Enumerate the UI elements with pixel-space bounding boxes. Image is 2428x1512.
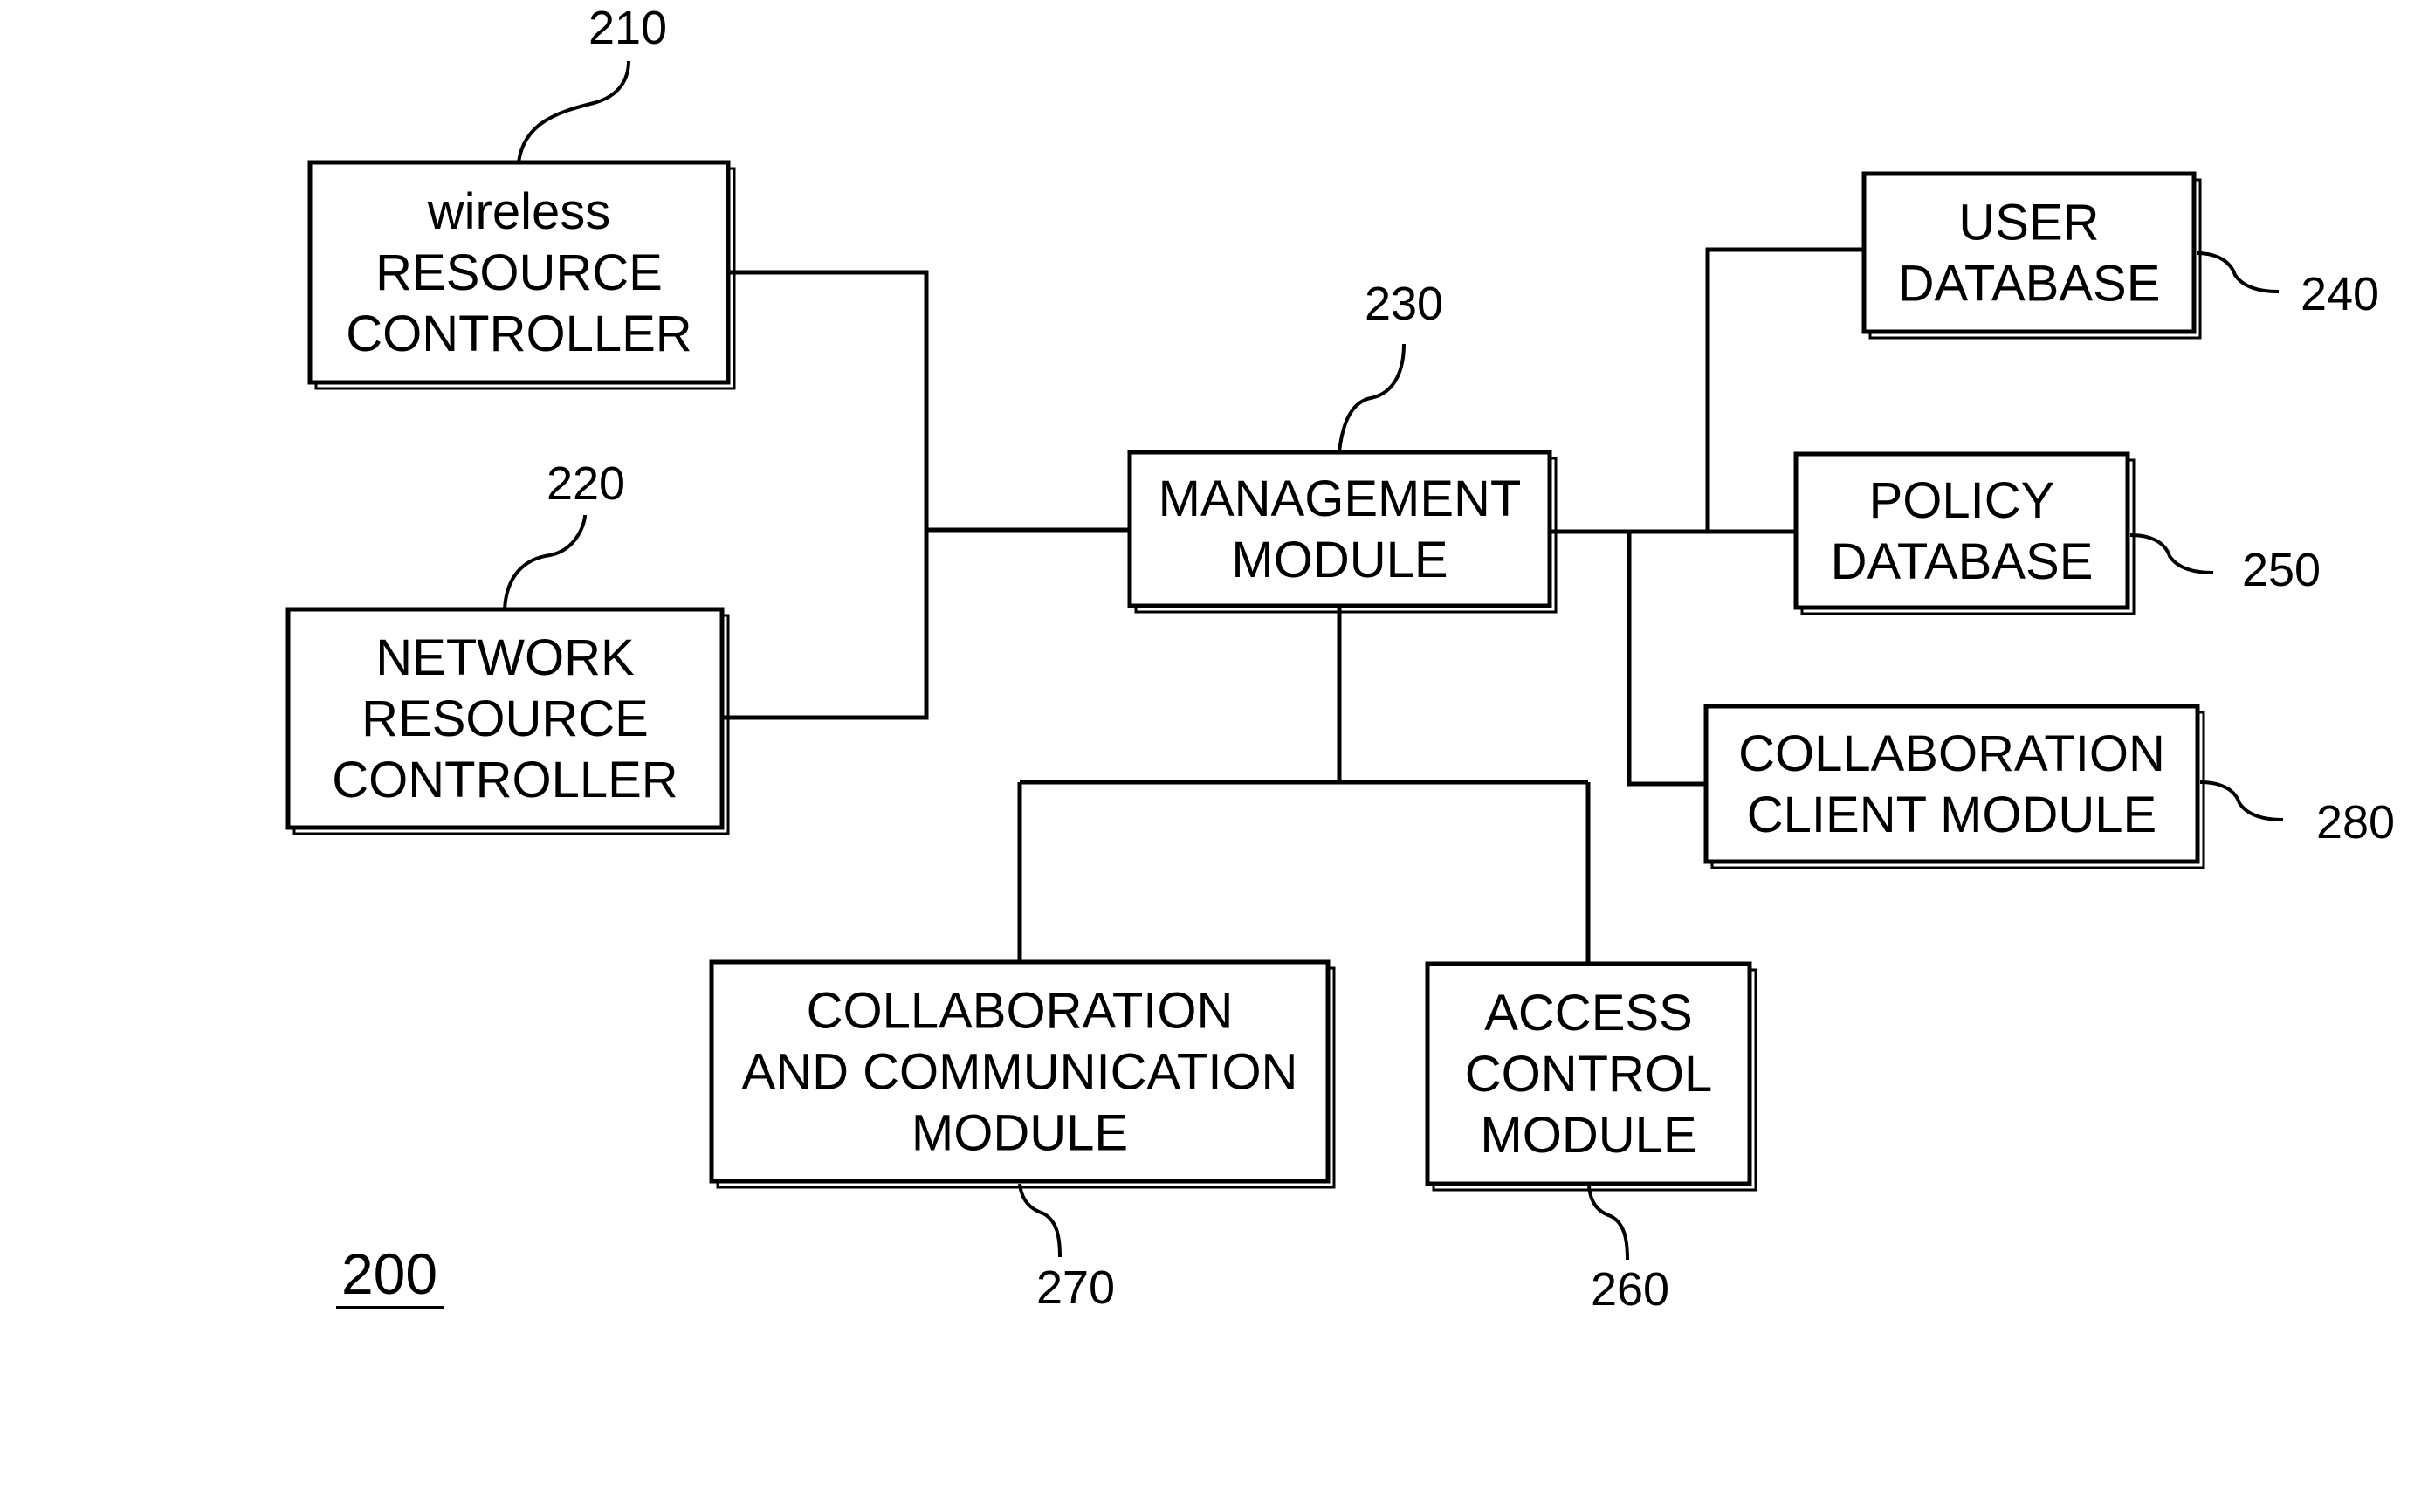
edge-management-collab-client (1627, 532, 1706, 787)
reference-leader-line (2129, 533, 2214, 574)
reference-numeral: 230 (1365, 278, 1443, 330)
block-label-line: DATABASE (1898, 256, 2161, 313)
block-label-line: COLLABORATION (807, 983, 1234, 1040)
reference-numeral: 280 (2316, 796, 2395, 849)
block-label-line: RESOURCE (361, 691, 649, 747)
block-management: MANAGEMENTMODULE 230 (1127, 278, 1558, 614)
reference-numeral: 270 (1036, 1261, 1115, 1314)
edge-network-management (722, 530, 929, 720)
reference-leader-line (1587, 1186, 1629, 1261)
reference-numeral: 260 (1591, 1263, 1669, 1316)
block-label-line: COLLABORATION (1738, 725, 2165, 782)
block-label-line: CLIENT MODULE (1747, 787, 2156, 843)
reference-numeral: 240 (2301, 268, 2379, 320)
block-label-line: MANAGEMENT (1159, 471, 1522, 527)
block-label-line: MODULE (1480, 1107, 1696, 1164)
block-label-line: MODULE (911, 1105, 1128, 1162)
block-label-line: MODULE (1231, 532, 1448, 588)
block-label-line: NETWORK (375, 629, 635, 686)
block-wireless: wirelessRESOURCECONTROLLER 210 (307, 2, 736, 390)
reference-leader-line (1018, 1183, 1062, 1258)
block-label-line: wireless (427, 183, 611, 240)
block-access-control: ACCESSCONTROLMODULE 260 (1425, 961, 1757, 1316)
block-label-line: CONTROLLER (332, 752, 678, 808)
block-label-line: DATABASE (1831, 533, 2094, 590)
block-collab-comm: COLLABORATIONAND COMMUNICATIONMODULE 270 (709, 959, 1336, 1314)
block-collab-client: COLLABORATIONCLIENT MODULE 280 (1703, 704, 2395, 869)
block-label-line: RESOURCE (375, 244, 663, 301)
reference-leader-line (1338, 343, 1406, 453)
block-diagram: wirelessRESOURCECONTROLLER210NETWORKRESO… (285, 2, 2395, 1316)
block-label-line: ACCESS (1484, 985, 1693, 1041)
block-label-line: CONTROL (1465, 1046, 1713, 1103)
reference-leader-line (503, 514, 587, 610)
reference-numeral: 210 (588, 2, 667, 54)
edge-wireless-management (728, 270, 1130, 533)
block-user-db: USERDATABASE 240 (1861, 171, 2379, 340)
block-label-line: USER (1958, 195, 2099, 251)
block-label-line: POLICY (1869, 472, 2055, 529)
reference-leader-line (2199, 780, 2284, 821)
block-label-line: AND COMMUNICATION (742, 1044, 1298, 1101)
figure-number: 200 (341, 1241, 437, 1306)
reference-numeral: 220 (547, 457, 625, 510)
block-network: NETWORKRESOURCECONTROLLER 220 (285, 457, 730, 835)
reference-numeral: 250 (2242, 544, 2321, 596)
block-policy-db: POLICYDATABASE 250 (1793, 451, 2321, 615)
reference-leader-line (517, 60, 630, 163)
block-label-line: CONTROLLER (346, 306, 691, 362)
reference-leader-line (2196, 251, 2280, 293)
